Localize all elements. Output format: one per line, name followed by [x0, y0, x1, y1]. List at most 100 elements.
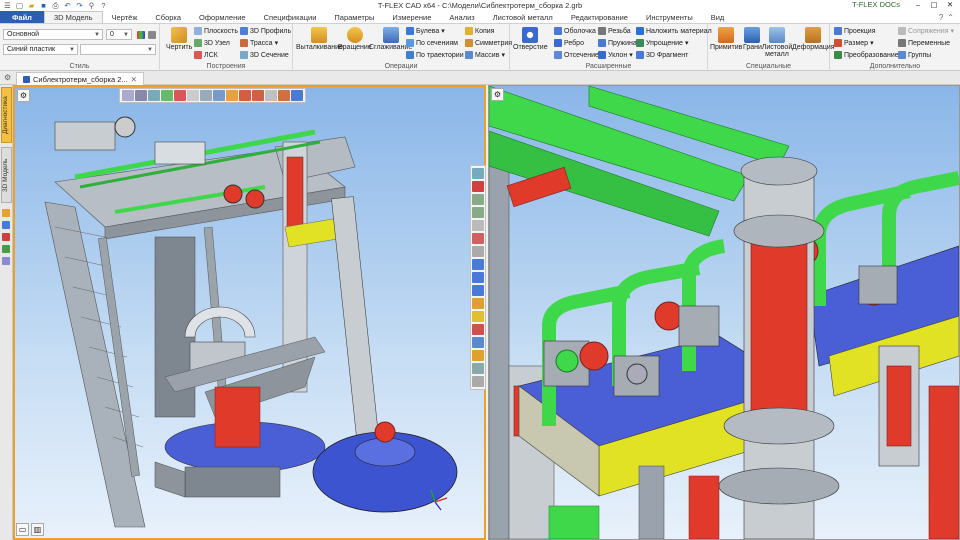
tab-tools[interactable]: Инструменты — [637, 11, 702, 23]
tab-edit[interactable]: Редактирование — [562, 11, 637, 23]
plane-button[interactable]: Плоскость ▾ — [194, 27, 244, 35]
layers-icon[interactable] — [2, 221, 10, 229]
zoom-out-icon[interactable] — [472, 207, 484, 218]
zoom-all-icon[interactable] — [472, 220, 484, 231]
view-front-icon[interactable] — [472, 259, 484, 270]
style-select[interactable]: ▼ — [80, 44, 156, 55]
view-iso-icon[interactable] — [472, 285, 484, 296]
model3d-tab[interactable]: 3D Модель — [1, 147, 12, 203]
document-tab[interactable]: Сиблектротерм_сборка 2... ✕ — [16, 72, 144, 85]
draw-button[interactable]: Чертить — [166, 27, 192, 51]
grid-icon[interactable] — [187, 90, 199, 101]
layer-select[interactable]: Основной ▼ — [3, 29, 103, 40]
hole-button[interactable]: Отверстие — [513, 27, 548, 51]
tab-view[interactable]: Вид — [702, 11, 734, 23]
zoom-window-icon[interactable] — [472, 168, 484, 179]
deformation-button[interactable]: Деформация — [792, 27, 835, 51]
boolean-button[interactable]: Булева ▾ — [406, 27, 445, 35]
tab-parameters[interactable]: Параметры — [325, 11, 383, 23]
fit-icon[interactable] — [122, 90, 134, 101]
left-view-menu-icon[interactable]: ⚙ — [17, 89, 30, 102]
check-icon[interactable] — [161, 90, 173, 101]
rotate-view-icon[interactable] — [472, 233, 484, 244]
rib-button[interactable]: Ребро — [554, 39, 584, 47]
apply-material-button[interactable]: Наложить материал — [636, 27, 712, 35]
viewport-left[interactable]: ⚙ — [13, 85, 486, 540]
symmetry-button[interactable]: Симметрия — [465, 39, 512, 47]
path-button[interactable]: Трасса ▾ — [240, 39, 278, 47]
lsk-button[interactable]: ЛСК — [194, 51, 218, 59]
light-icon[interactable] — [472, 311, 484, 322]
new-icon[interactable]: ▢ — [15, 1, 24, 10]
rotate-button[interactable]: Вращение — [338, 27, 372, 51]
hidden-lines-icon[interactable] — [252, 90, 264, 101]
tab-formatting[interactable]: Оформление — [190, 11, 255, 23]
shaded-icon[interactable] — [226, 90, 238, 101]
zoom-icon[interactable]: ⚲ — [87, 1, 96, 10]
tab-drawing[interactable]: Чертёж — [103, 11, 147, 23]
color-icon[interactable] — [137, 31, 145, 39]
tree-icon[interactable] — [2, 209, 10, 217]
copy-button[interactable]: Копия — [465, 27, 494, 35]
by-path-button[interactable]: По траектории ▾ — [406, 51, 469, 59]
tab-analysis[interactable]: Анализ — [440, 11, 483, 23]
by-sections-button[interactable]: По сечениям — [406, 39, 458, 47]
split-view-icon[interactable]: ▥ — [31, 523, 44, 536]
help-icon[interactable]: ? — [939, 13, 943, 22]
wireframe-icon[interactable] — [239, 90, 251, 101]
perspective-icon[interactable] — [472, 298, 484, 309]
material-select[interactable]: Синий пластик ▼ — [3, 44, 78, 55]
tab-specifications[interactable]: Спецификации — [255, 11, 326, 23]
transform-button[interactable]: Преобразование — [834, 51, 899, 59]
tab-3d-model[interactable]: 3D Модель — [43, 11, 103, 23]
save-icon[interactable]: ■ — [39, 1, 48, 10]
undo-icon[interactable]: ↶ — [63, 1, 72, 10]
mate-button[interactable]: Сопряжения ▾ — [898, 27, 954, 35]
close-tab-icon[interactable]: ✕ — [131, 75, 137, 84]
measure-icon[interactable] — [472, 363, 484, 374]
open-icon[interactable]: ▰ — [27, 1, 36, 10]
clip-icon[interactable] — [472, 324, 484, 335]
right-view-menu-icon[interactable]: ⚙ — [491, 88, 504, 101]
variables-button[interactable]: Переменные — [898, 39, 950, 47]
redo-icon[interactable]: ↷ — [75, 1, 84, 10]
projection-button[interactable]: Проекция — [834, 27, 875, 35]
collapse-ribbon-icon[interactable]: ⌃ — [947, 13, 954, 22]
render-icon[interactable] — [278, 90, 290, 101]
size-button[interactable]: Размер ▾ — [834, 39, 874, 47]
select-icon[interactable] — [148, 90, 160, 101]
menu-icon[interactable]: ☰ — [3, 1, 12, 10]
section-view-icon[interactable] — [265, 90, 277, 101]
camera-icon[interactable] — [291, 90, 303, 101]
sheet-metal-button[interactable]: Листовой металл — [760, 27, 794, 58]
settings-view-icon[interactable] — [472, 376, 484, 387]
fragment3d-button[interactable]: 3D Фрагмент — [636, 51, 688, 59]
line-width-field[interactable]: 0 ▼ — [106, 29, 132, 40]
tab-measure[interactable]: Измерение — [383, 11, 440, 23]
cut-button[interactable]: Отсечение — [554, 51, 599, 59]
node3d-button[interactable]: 3D Узел — [194, 39, 230, 47]
section3d-button[interactable]: 3D Сечение — [240, 51, 289, 59]
docs-label[interactable]: T-FLEX DOCs — [852, 0, 900, 9]
view-cube-icon[interactable] — [213, 90, 225, 101]
maximize-icon[interactable]: ▢ — [926, 0, 942, 9]
simplify-button[interactable]: Упрощение ▾ — [636, 39, 688, 47]
viewport-right[interactable]: ⚙ — [488, 85, 960, 540]
profile3d-button[interactable]: 3D Профиль — [240, 27, 291, 35]
properties-icon[interactable] — [148, 31, 156, 39]
thread-button[interactable]: Резьба — [598, 27, 631, 35]
extrude-button[interactable]: Выталкивание — [296, 27, 343, 51]
diagnostics-tab[interactable]: Диагностика — [1, 87, 12, 143]
cancel-icon[interactable] — [174, 90, 186, 101]
filter-icon[interactable] — [135, 90, 147, 101]
minimize-icon[interactable]: – — [910, 0, 926, 9]
section-plane-icon[interactable] — [472, 337, 484, 348]
print-icon[interactable]: ⎙ — [51, 1, 60, 11]
groups-button[interactable]: Группы — [898, 51, 931, 59]
shell-button[interactable]: Оболочка — [554, 27, 596, 35]
tab-sheet-metal[interactable]: Листовой металл — [484, 11, 562, 23]
single-view-icon[interactable]: ▭ — [16, 523, 29, 536]
primitives-button[interactable]: Примитив — [710, 27, 742, 51]
tab-assembly[interactable]: Сборка — [146, 11, 190, 23]
materials-icon[interactable] — [2, 245, 10, 253]
